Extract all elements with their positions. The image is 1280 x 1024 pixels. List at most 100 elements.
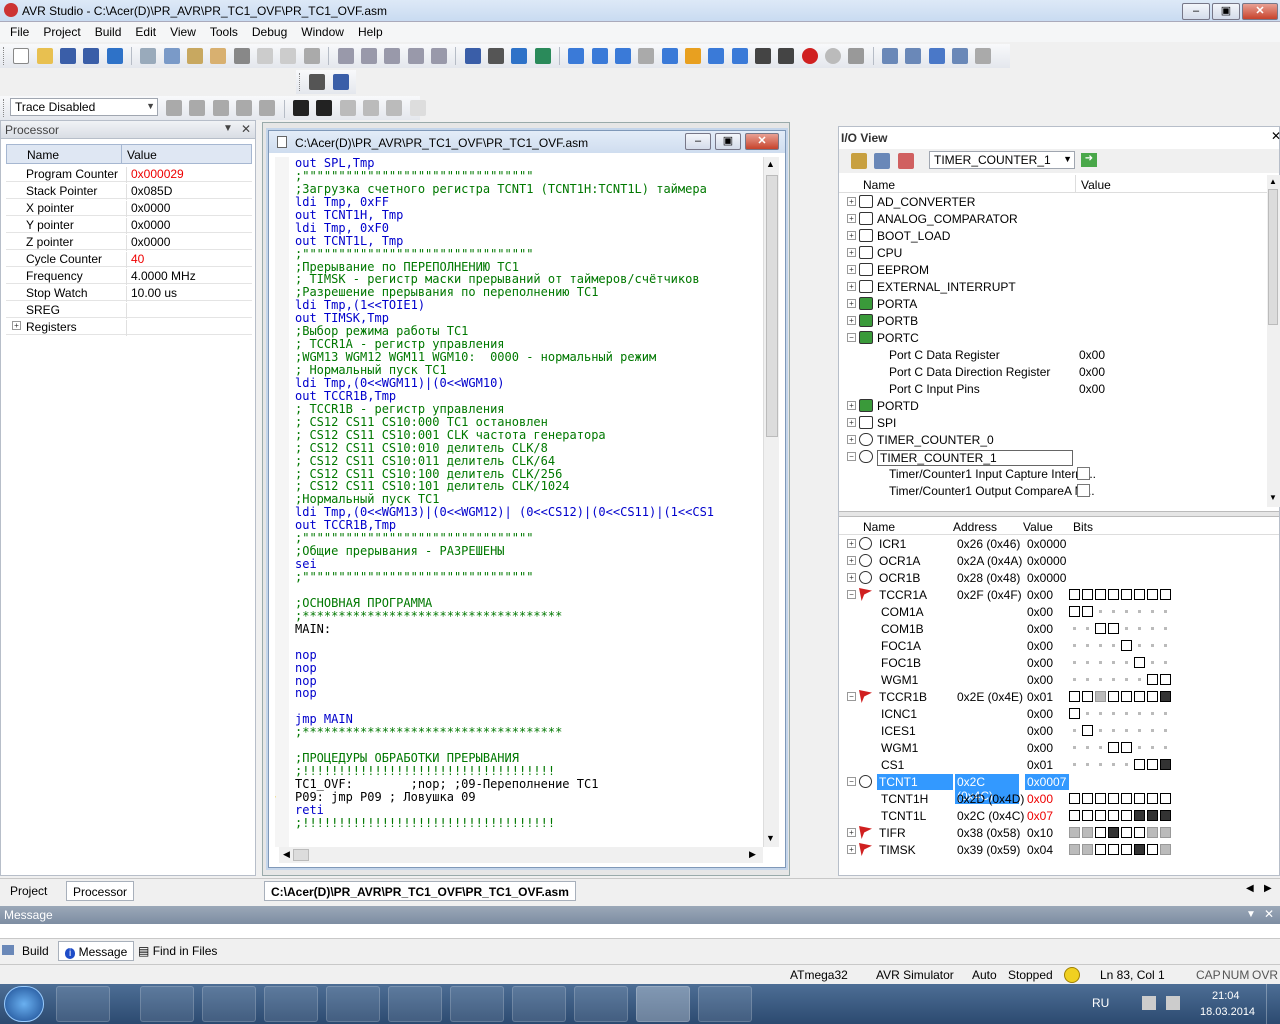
code-line[interactable]: ;"""""""""""""""""""""""""""""""" [275,571,761,584]
io-tree-icon[interactable] [874,153,891,169]
expand-icon[interactable]: + [847,573,856,582]
register-bit[interactable] [1082,844,1093,855]
register-bit[interactable] [1108,691,1119,702]
expand-icon[interactable]: + [847,316,856,325]
register-bit[interactable] [1134,793,1145,804]
editor-horizontal-scrollbar[interactable]: ◀ ▶ [279,847,763,863]
register-bit[interactable] [1160,674,1171,685]
io-col-value[interactable]: Value [1081,178,1111,192]
io-view-icon[interactable] [952,48,969,64]
tab-build[interactable]: Build [2,941,55,961]
taskbar-word-icon[interactable] [698,986,752,1022]
taskbar-avr-studio-icon[interactable] [140,986,194,1022]
save-icon[interactable] [60,48,77,64]
expand-icon[interactable]: + [847,845,856,854]
trace-dropdown[interactable]: Trace Disabled ▼ [10,98,158,116]
register-bit[interactable] [1147,810,1158,821]
menu-file[interactable]: File [0,22,36,39]
register-bit[interactable] [1121,793,1132,804]
processor-row[interactable]: Stack Pointer 0x085D [6,182,252,200]
program-icon[interactable] [332,74,349,90]
editor-vertical-scrollbar[interactable]: ▲ ▼ [763,157,779,847]
expand-icon[interactable]: − [847,692,856,701]
cut-icon[interactable] [140,48,157,64]
taskbar-yandex-icon[interactable] [512,986,566,1022]
show-desktop-button[interactable] [1266,984,1280,1024]
go-arrow-icon[interactable]: ➜ [1081,153,1097,167]
code-line[interactable]: nop [275,674,761,688]
register-bit[interactable] [1108,793,1119,804]
register-bit[interactable] [1147,844,1158,855]
processor-view-icon[interactable] [975,48,992,64]
trace-down-icon[interactable] [236,100,253,116]
watch-icon[interactable] [882,48,899,64]
io-register-row[interactable]: FOC1B 0x00 [839,654,1279,671]
expand-icon[interactable]: + [847,828,856,837]
code-line[interactable]: ;!!!!!!!!!!!!!!!!!!!!!!!!!!!!!!!!!!! [275,816,761,830]
io-tree-row[interactable]: − PORTC [839,329,1267,346]
expand-icon[interactable]: + [847,299,856,308]
io-register-row[interactable]: + TIMSK 0x39 (0x59) 0x04 [839,841,1279,858]
register-bit[interactable] [1160,810,1171,821]
tab-scroll-right-icon[interactable]: ▶ [1264,883,1272,894]
register-bit[interactable] [1134,810,1145,821]
register-bit[interactable] [1095,827,1106,838]
taskbar-ie-icon[interactable] [202,986,256,1022]
clear-breakpoints-icon[interactable] [825,48,842,64]
io-register-row[interactable]: + OCR1A 0x2A (0x4A) 0x0000 [839,552,1279,569]
taskbar-avr-bug-icon[interactable] [636,986,690,1022]
col-value[interactable]: Value [127,148,157,162]
trace-up-icon[interactable] [259,100,276,116]
code-line[interactable]: ;************************************ [275,609,761,623]
register-bit[interactable] [1095,691,1106,702]
processor-row[interactable]: Z pointer 0x0000 [6,233,252,251]
io-tree-row[interactable]: Timer/Counter1 Output CompareA M... [839,482,1267,499]
io-tree-row[interactable]: Port C Data Register 0x00 [839,346,1267,363]
reg-col-address[interactable]: Address [953,520,997,534]
expand-icon[interactable]: + [847,539,856,548]
auto-icon[interactable] [409,100,426,116]
menu-help[interactable]: Help [351,22,390,39]
io-register-row[interactable]: + TIFR 0x38 (0x58) 0x10 [839,824,1279,841]
io-col-name[interactable]: Name [863,178,895,192]
io-register-row[interactable]: COM1B 0x00 [839,620,1279,637]
register-bit[interactable] [1147,674,1158,685]
register-bit[interactable] [1095,793,1106,804]
save-all-icon[interactable] [83,48,100,64]
braces-icon[interactable] [755,48,772,64]
print-icon[interactable] [233,48,250,64]
io-tree-row[interactable]: + AD_CONVERTER [839,193,1267,210]
maximize-button[interactable]: ▣ [1212,3,1240,20]
trace-clear-icon[interactable] [212,100,229,116]
io-register-row[interactable]: − TCCR1B 0x2E (0x4E) 0x01 [839,688,1279,705]
io-tree-row[interactable]: + BOOT_LOAD [839,227,1267,244]
io-register-row[interactable]: WGM1 0x00 [839,671,1279,688]
code-line[interactable]: MAIN: [275,622,761,636]
register-bit[interactable] [1160,691,1171,702]
menu-debug[interactable]: Debug [245,22,294,39]
editor-minimize-button[interactable]: – [685,133,711,150]
window-icon[interactable] [303,48,320,64]
scroll-up-icon[interactable]: ▲ [1269,177,1277,186]
register-bit[interactable] [1121,810,1132,821]
processor-row[interactable]: Cycle Counter 40 [6,250,252,268]
expand-icon[interactable]: + [847,435,856,444]
expand-icon[interactable]: + [847,282,856,291]
register-bit[interactable] [1082,691,1093,702]
register-bit[interactable] [1069,793,1080,804]
io-tree-row[interactable]: + EEPROM [839,261,1267,278]
io-tree-row[interactable]: + EXTERNAL_INTERRUPT [839,278,1267,295]
register-bit[interactable] [1147,691,1158,702]
io-register-row[interactable]: ICES1 0x00 [839,722,1279,739]
compile-icon[interactable] [487,48,504,64]
register-bit[interactable] [1134,844,1145,855]
register-bit[interactable] [1121,742,1132,753]
menu-project[interactable]: Project [36,22,87,39]
step-into-icon[interactable] [661,48,678,64]
processor-row[interactable]: Stop Watch 10.00 us [6,284,252,302]
panel-close-icon[interactable]: ✕ [1264,907,1274,921]
find-prev-icon[interactable] [384,48,401,64]
disassembler-icon[interactable] [778,48,795,64]
scroll-right-icon[interactable]: ▶ [749,849,756,860]
io-tree-row[interactable]: Port C Input Pins 0x00 [839,380,1267,397]
